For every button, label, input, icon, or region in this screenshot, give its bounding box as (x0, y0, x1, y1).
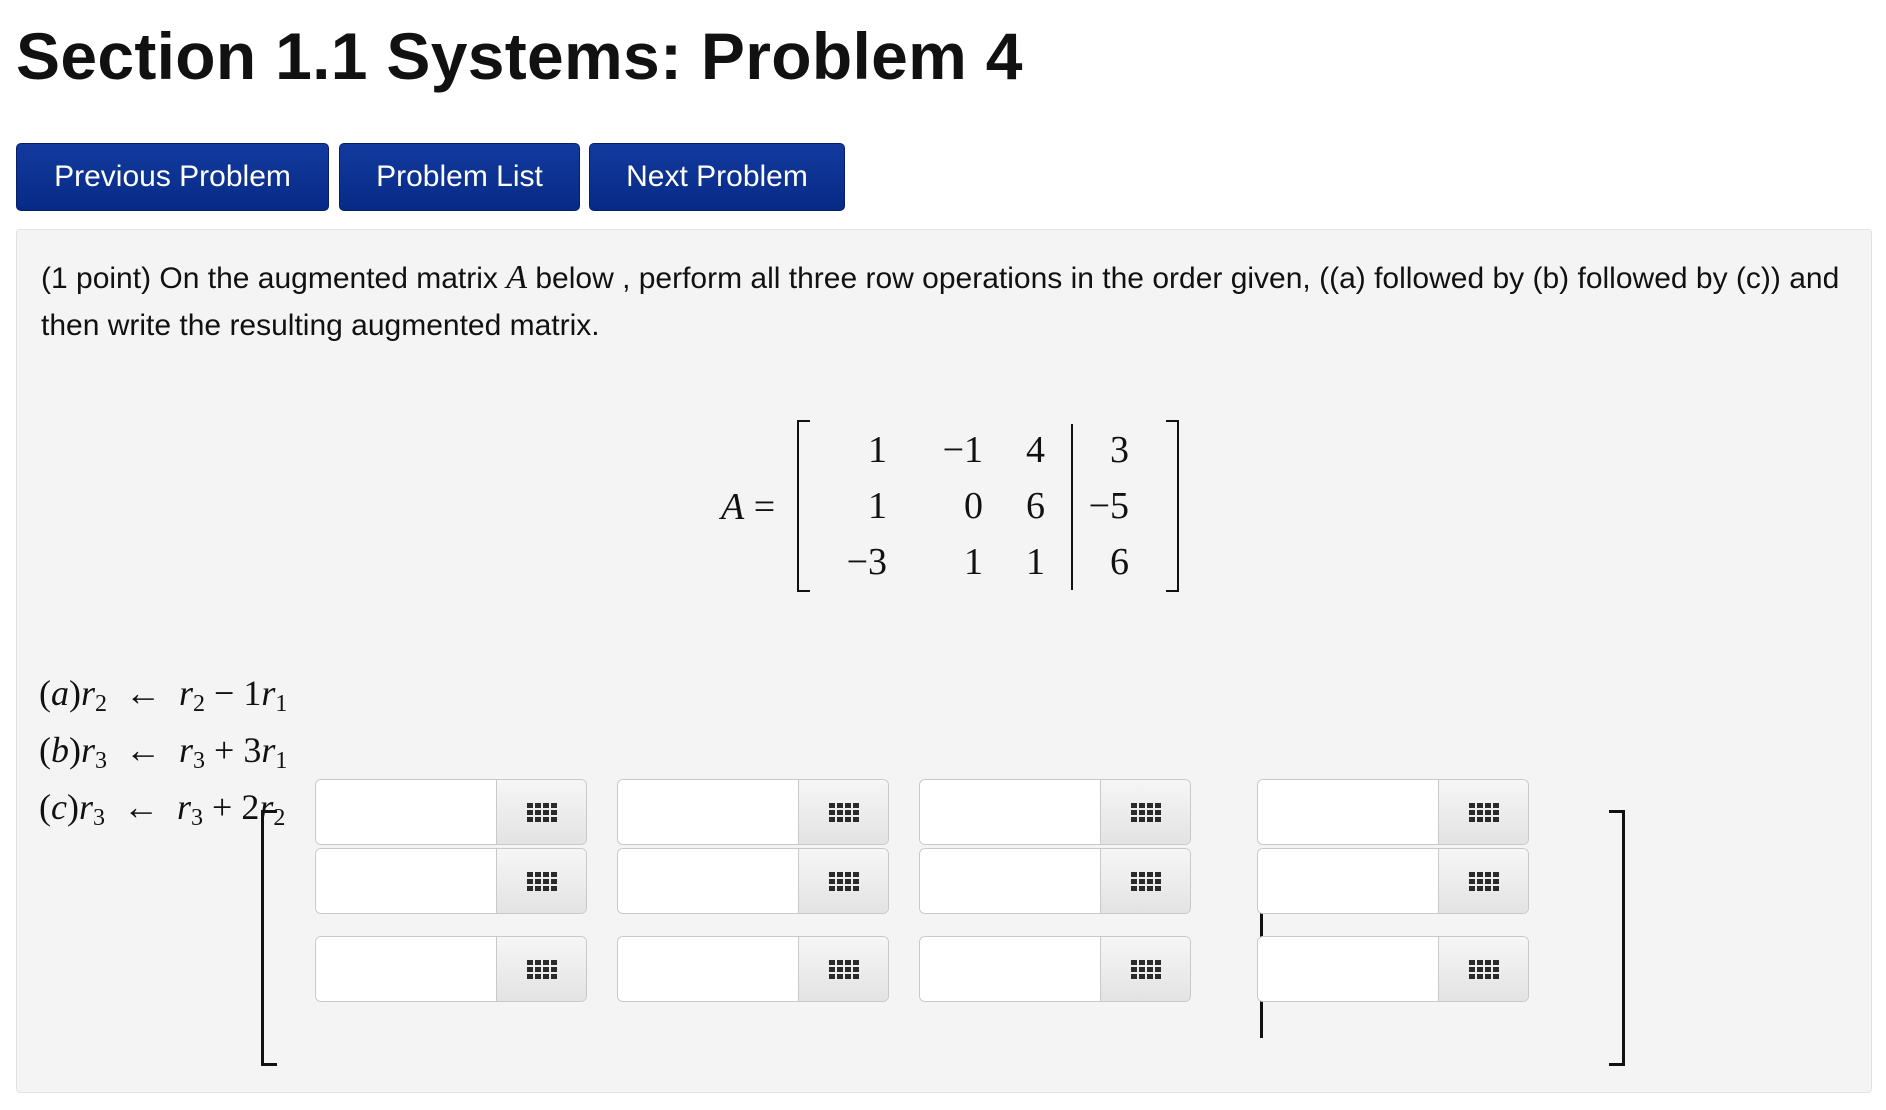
answer-cell (919, 779, 1191, 845)
equation-editor-button[interactable] (1100, 849, 1190, 913)
left-bracket (797, 420, 810, 592)
matrix-entry: 6 (1026, 485, 1045, 527)
answer-input-r1-c4[interactable] (1258, 780, 1438, 844)
answer-input-r2-c3[interactable] (920, 849, 1100, 913)
grid-icon (526, 871, 557, 891)
grid-icon (1468, 871, 1499, 891)
matrix-entry: 3 (1110, 429, 1129, 471)
next-problem-button[interactable]: Next Problem (589, 143, 845, 211)
answer-cell (315, 936, 587, 1002)
answer-input-r3-c1[interactable] (316, 937, 496, 1001)
grid-icon (1130, 959, 1161, 979)
given-matrix: 1 −1 4 3 1 0 6 −5 −3 1 1 6 (797, 420, 1179, 592)
matrix-entry: 1 (868, 429, 887, 471)
answer-input-r2-c2[interactable] (618, 849, 798, 913)
right-bracket (1166, 420, 1179, 592)
matrix-entry: 1 (964, 541, 983, 583)
answer-cell (1257, 936, 1529, 1002)
equation-editor-button[interactable] (1100, 937, 1190, 1001)
equation-editor-button[interactable] (1438, 849, 1528, 913)
answer-cell (617, 779, 889, 845)
matrix-entry: −1 (942, 429, 983, 471)
answer-input-r2-c1[interactable] (316, 849, 496, 913)
answer-input-r1-c2[interactable] (618, 780, 798, 844)
page-title: Section 1.1 Systems: Problem 4 (16, 19, 1023, 93)
grid-icon (526, 802, 557, 822)
matrix-entry: 4 (1026, 429, 1045, 471)
equation-editor-button[interactable] (798, 937, 888, 1001)
grid-icon (526, 959, 557, 979)
answer-cell (315, 848, 587, 914)
answer-cell (919, 936, 1191, 1002)
matrix-entry: 1 (1026, 541, 1045, 583)
previous-problem-button[interactable]: Previous Problem (16, 143, 329, 211)
equation-editor-button[interactable] (496, 937, 586, 1001)
equation-editor-button[interactable] (1438, 780, 1528, 844)
answer-cell (1257, 779, 1529, 845)
answer-input-r3-c4[interactable] (1258, 937, 1438, 1001)
answer-cell (1257, 848, 1529, 914)
equation-editor-button[interactable] (496, 780, 586, 844)
grid-icon (828, 959, 859, 979)
equation-editor-button[interactable] (1100, 780, 1190, 844)
grid-icon (828, 802, 859, 822)
problem-list-button[interactable]: Problem List (339, 143, 580, 211)
answer-cell (617, 848, 889, 914)
grid-icon (1130, 871, 1161, 891)
grid-icon (1468, 802, 1499, 822)
answer-cell (919, 848, 1191, 914)
row-operation: (a)r2 ← r2 − 1r1 (39, 673, 288, 717)
matrix-entry: 1 (868, 485, 887, 527)
grid-icon (1130, 802, 1161, 822)
equation-editor-button[interactable] (496, 849, 586, 913)
equation-editor-button[interactable] (1438, 937, 1528, 1001)
problem-statement: (1 point) On the augmented matrix A belo… (41, 254, 1841, 349)
answer-input-r2-c4[interactable] (1258, 849, 1438, 913)
answer-right-bracket (1609, 810, 1625, 1066)
matrix-entry: −3 (846, 541, 887, 583)
matrix-entry: 6 (1110, 541, 1129, 583)
row-operation: (b)r3 ← r3 + 3r1 (39, 730, 288, 774)
answer-input-r3-c2[interactable] (618, 937, 798, 1001)
matrix-label: A = (721, 486, 776, 528)
answer-input-r3-c3[interactable] (920, 937, 1100, 1001)
statement-text-before: (1 point) On the augmented matrix (41, 262, 507, 295)
matrix-entry: −5 (1088, 485, 1129, 527)
grid-icon (828, 871, 859, 891)
row-operations: (a)r2 ← r2 − 1r1 (b)r3 ← r3 + 3r1 (c)r3 ← … (39, 670, 287, 841)
answer-cell (315, 779, 587, 845)
matrix-name: A (506, 259, 528, 296)
equation-editor-button[interactable] (798, 780, 888, 844)
grid-icon (1468, 959, 1499, 979)
answer-left-bracket (261, 810, 277, 1066)
answer-input-r1-c3[interactable] (920, 780, 1100, 844)
row-operation: (c)r3 ← r3 + 2r2 (39, 787, 286, 831)
problem-panel: (1 point) On the augmented matrix A belo… (16, 229, 1872, 1093)
equation-editor-button[interactable] (798, 849, 888, 913)
answer-cell (617, 936, 889, 1002)
answer-input-r1-c1[interactable] (316, 780, 496, 844)
matrix-entry: 0 (964, 485, 983, 527)
